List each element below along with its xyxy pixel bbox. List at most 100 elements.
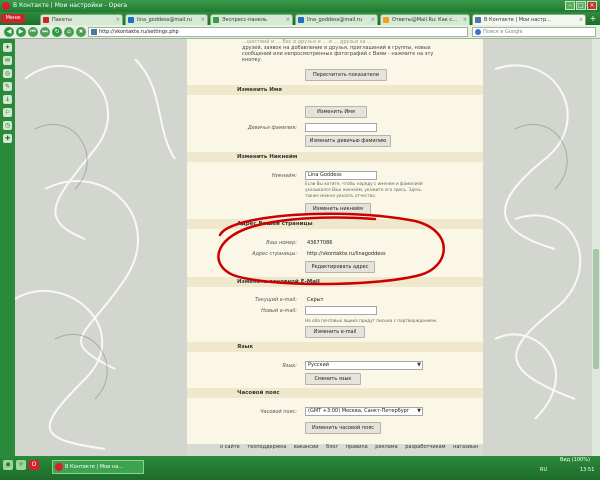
user-number-value: 43677086 [307,240,333,246]
forward-icon[interactable]: ▶ [16,27,26,37]
footer-link[interactable]: нагазиын [453,444,478,450]
page-address-label: Адрес страницы: [252,251,297,257]
rewind-icon[interactable]: ⏮ [28,27,38,37]
tab-mail-2[interactable]: lina_goddess@mail.ru × [295,14,378,25]
tab-close-icon[interactable]: × [463,15,467,25]
change-nickname-button[interactable]: Изменить никнейм [305,203,371,215]
maximize-icon[interactable]: □ [576,1,586,10]
tab-close-icon[interactable]: × [201,15,205,25]
tab-favicon-icon [298,17,304,23]
tab-label: lina_goddess@mail.ru [137,17,192,23]
section-change-nickname: Изменить Никнейм [187,152,483,162]
tab-favicon-icon [383,17,389,23]
bookmark-icon[interactable]: ★ [76,27,86,37]
navigation-bar: ◀ ▶ ⏮ ⏭ ↻ ⌂ ★ http://vkontakte.ru/settin… [0,25,600,39]
maiden-name-input[interactable] [305,123,377,132]
zoom-indicator[interactable]: Вид (100%) [560,457,590,463]
panel-feeds-icon[interactable]: ◎ [3,69,12,78]
panel-downloads-icon[interactable]: ↓ [3,95,12,104]
opera-logo-icon [2,2,10,10]
nickname-note-line: Если Вы хотите, чтобы наряду с именем и … [305,181,423,186]
section-page-address: Адрес Вашей страницы [187,219,483,229]
minimize-icon[interactable]: – [565,1,575,10]
opera-quicklaunch-icon[interactable]: O [29,460,39,470]
tab-label: Пакеты [52,17,72,23]
tab-favicon-icon [43,17,49,23]
search-field[interactable]: Поиск в Google [472,27,596,37]
taskbar-opera-task[interactable]: В Контакте | Мои на... [52,460,144,474]
change-timezone-button[interactable]: Изменить часовой пояс [305,422,381,434]
change-language-button[interactable]: Сменить язык [305,373,361,385]
language-select[interactable]: Русский ▼ [305,361,423,370]
nickname-note-line: указывался Ваш никнейм, укажите его здес… [305,187,422,192]
change-maiden-name-button[interactable]: Изменить девичью фамилию [305,135,391,147]
new-tab-button[interactable]: + [588,15,598,24]
tab-favicon-icon [128,17,134,23]
language-indicator[interactable]: RU [540,467,547,473]
reload-icon[interactable]: ↻ [52,27,62,37]
tab-otvety[interactable]: Ответы@Mail.Ru: Как с... × [380,14,470,25]
taskbar: ◉ ☼ O В Контакте | Мои на... Вид (100%) … [0,456,600,480]
panel-links-icon[interactable]: ⚐ [3,108,12,117]
section-change-name: Изменить Имя [187,85,483,95]
google-icon [475,29,481,35]
user-number-label: Ваш номер: [266,240,297,246]
recount-button[interactable]: Пересчитать показатели [305,69,387,81]
tab-mail-1[interactable]: lina_goddess@mail.ru × [125,14,208,25]
panel-history-icon[interactable]: ◷ [3,121,12,130]
footer-link[interactable]: о сайте [220,444,240,450]
footer-link[interactable]: блог [326,444,338,450]
nickname-input[interactable]: Lina Goddess [305,171,377,180]
panel-notes-icon[interactable]: ✎ [3,82,12,91]
site-favicon-icon [91,29,97,35]
tab-close-icon[interactable]: × [371,15,375,25]
timezone-select[interactable]: (GMT +3:00) Москва, Санкт-Петербург ▼ [305,407,423,416]
footer-link[interactable]: вакансии [294,444,319,450]
close-icon[interactable]: × [587,1,597,10]
page-address-value: http://vkontakte.ru/linagoddess [307,251,386,257]
new-email-label: Новый e-mail: [261,308,297,314]
tab-paketi[interactable]: Пакеты × [40,14,123,25]
panel-bookmarks-icon[interactable]: ✦ [3,43,12,52]
back-icon[interactable]: ◀ [4,27,14,37]
tab-close-icon[interactable]: × [116,15,120,25]
section-change-email: Изменить основной E-Mail [187,277,483,287]
footer-link[interactable]: разработчикам [405,444,445,450]
settings-content: ...шествий и ... Вас в друзья и ... и ..… [187,39,483,444]
timezone-select-value: (GMT +3:00) Москва, Санкт-Петербург [308,408,410,414]
email-note: На оба почтовых ящика придут письма с по… [305,318,438,323]
vertical-scrollbar[interactable] [592,39,600,456]
quicklaunch-icon[interactable]: ☼ [16,460,26,470]
scrollbar-thumb[interactable] [593,249,599,369]
maiden-name-label: Девичья фамилия: [247,125,297,131]
tab-label: Ответы@Mail.Ru: Как с... [392,17,457,23]
fast-forward-icon[interactable]: ⏭ [40,27,50,37]
section-timezone: Часовой пояс [187,388,483,398]
home-icon[interactable]: ⌂ [64,27,74,37]
menu-button[interactable]: Меню [1,14,25,23]
footer-link[interactable]: правила [346,444,368,450]
tab-label: В Контакте | Мои настр... [484,17,551,23]
tab-close-icon[interactable]: × [286,15,290,25]
change-name-button[interactable]: Изменить Имя [305,106,367,118]
nickname-note-line: также можно указать отчество. [305,193,377,198]
panel-widgets-icon[interactable]: ✚ [3,134,12,143]
tab-speed-dial[interactable]: Экспресс-панель × [210,14,293,25]
chevron-down-icon: ▼ [417,408,421,414]
tab-vkontakte-settings[interactable]: В Контакте | Мои настр... × [472,14,586,25]
new-email-input[interactable] [305,306,377,315]
footer-link[interactable]: техподдержка [247,444,286,450]
start-icon[interactable]: ◉ [3,460,13,470]
timezone-label: Часовой пояс: [260,409,297,415]
tab-close-icon[interactable]: × [579,15,583,25]
edit-address-button[interactable]: Редактировать адрес [305,261,375,273]
task-label: В Контакте | Мои на... [65,464,124,470]
intro-text-line: сообщений или непросмотренных фотографий… [242,51,434,57]
change-email-button[interactable]: Изменить e-mail [305,326,365,338]
footer-link[interactable]: реклама [375,444,397,450]
address-field[interactable]: http://vkontakte.ru/settings.php [88,27,468,37]
tab-label: lina_goddess@mail.ru [307,17,362,23]
language-label: Язык: [282,363,297,369]
panel-mail-icon[interactable]: ✉ [3,56,12,65]
current-email-value: Скрыт [307,297,324,303]
